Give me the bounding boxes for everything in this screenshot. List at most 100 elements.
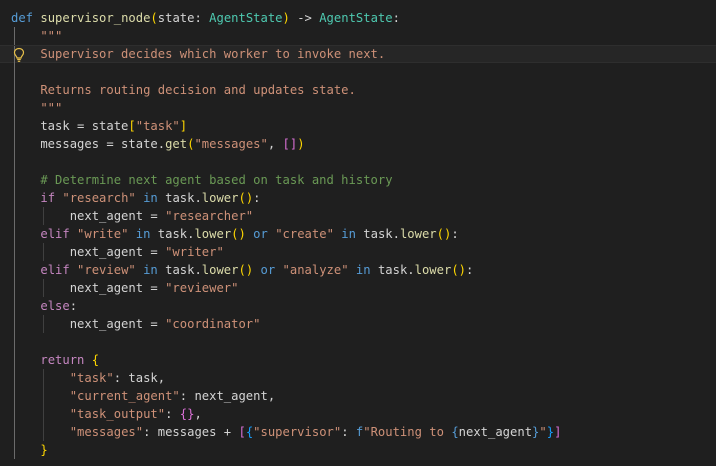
code-token: in <box>333 227 364 241</box>
code-token: {} <box>179 407 195 421</box>
code-text: """ <box>11 27 62 45</box>
code-line[interactable]: "task_output": {}, <box>0 405 716 423</box>
code-line[interactable]: if "research" in task.lower(): <box>0 189 716 207</box>
code-token: # Determine next agent based on task and… <box>11 173 393 187</box>
code-token: lower <box>194 227 232 241</box>
code-token: } <box>546 425 555 439</box>
code-line[interactable] <box>0 63 716 81</box>
code-token: messages = state. <box>11 137 166 151</box>
code-token: ] <box>554 425 562 439</box>
code-token: state <box>157 11 195 25</box>
code-line[interactable]: "current_agent": next_agent, <box>0 387 716 405</box>
code-text: elif "write" in task.lower() or "create"… <box>11 225 459 243</box>
code-text: elif "review" in task.lower() or "analyz… <box>11 261 473 279</box>
code-text: # Determine next agent based on task and… <box>11 171 393 189</box>
code-line[interactable]: messages = state.get("messages", []) <box>0 135 716 153</box>
code-text: "current_agent": next_agent, <box>11 387 275 405</box>
code-token: : <box>69 299 78 313</box>
code-token: () <box>231 227 246 241</box>
code-token: or <box>245 227 276 241</box>
code-token: task. <box>363 227 400 241</box>
code-line[interactable]: elif "review" in task.lower() or "analyz… <box>0 261 716 279</box>
code-token: "researcher" <box>165 209 254 223</box>
code-text: next_agent = "writer" <box>11 243 224 261</box>
code-token: -> <box>289 11 320 25</box>
code-line[interactable]: """ <box>0 99 716 117</box>
code-token: ] <box>179 119 188 133</box>
code-token: : task, <box>113 371 166 385</box>
code-line[interactable]: Returns routing decision and updates sta… <box>0 81 716 99</box>
code-line[interactable]: next_agent = "coordinator" <box>0 315 716 333</box>
code-token: "analyze" <box>282 263 349 277</box>
code-token: def <box>11 11 41 25</box>
code-line[interactable]: else: <box>0 297 716 315</box>
code-token: "write" <box>77 227 129 241</box>
code-token: "messages" <box>194 137 268 151</box>
code-line[interactable]: # Determine next agent based on task and… <box>0 171 716 189</box>
code-text: next_agent = "researcher" <box>11 207 253 225</box>
code-text: next_agent = "reviewer" <box>11 279 239 297</box>
code-text: return { <box>11 351 99 369</box>
code-token: } <box>40 443 48 457</box>
code-line[interactable]: elif "write" in task.lower() or "create"… <box>0 225 716 243</box>
code-token: if <box>40 191 63 205</box>
code-line[interactable]: """ <box>0 27 716 45</box>
code-token: task. <box>157 227 195 241</box>
code-line[interactable]: "task": task, <box>0 369 716 387</box>
code-token: ) <box>282 11 290 25</box>
code-token: : <box>253 191 261 205</box>
code-token: ) <box>297 137 305 151</box>
code-token: next_agent = <box>11 245 166 259</box>
code-token: () <box>238 191 254 205</box>
code-line[interactable] <box>0 333 716 351</box>
code-line[interactable]: next_agent = "writer" <box>0 243 716 261</box>
code-token: task. <box>377 263 415 277</box>
code-text: task = state["task"] <box>11 117 187 135</box>
code-token: : <box>392 11 400 25</box>
code-line[interactable]: task = state["task"] <box>0 117 716 135</box>
code-text: Returns routing decision and updates sta… <box>11 81 356 99</box>
code-token: elif <box>40 263 78 277</box>
code-token: { <box>451 425 459 439</box>
code-token: "current_agent" <box>69 389 180 403</box>
code-token: "reviewer" <box>165 281 239 295</box>
code-token: """ <box>11 101 63 115</box>
code-token: task. <box>165 191 202 205</box>
code-token: "review" <box>77 263 136 277</box>
lightbulb-icon[interactable] <box>12 47 26 63</box>
code-token: supervisor_node <box>40 11 151 25</box>
code-line[interactable]: next_agent = "reviewer" <box>0 279 716 297</box>
code-token: """ <box>11 29 63 43</box>
code-line[interactable]: Supervisor decides which worker to invok… <box>0 45 716 64</box>
code-token: next_agent = <box>11 209 166 223</box>
code-token: Returns routing decision and updates sta… <box>11 83 356 97</box>
code-token: [ <box>128 119 136 133</box>
code-line[interactable] <box>0 153 716 171</box>
code-token: : <box>451 227 459 241</box>
code-token: "Routing to <box>363 425 452 439</box>
code-token: "research" <box>62 191 136 205</box>
code-token: AgentState <box>209 11 283 25</box>
code-token: Supervisor decides which worker to invok… <box>11 47 386 61</box>
code-token: , <box>194 407 202 421</box>
code-line[interactable]: return { <box>0 351 716 369</box>
code-text: "messages": messages + [{"supervisor": f… <box>11 423 562 441</box>
code-text: def supervisor_node(state: AgentState) -… <box>11 9 400 27</box>
code-token: "writer" <box>165 245 224 259</box>
code-line[interactable]: "messages": messages + [{"supervisor": f… <box>0 423 716 441</box>
code-token: : <box>165 407 180 421</box>
code-line[interactable]: def supervisor_node(state: AgentState) -… <box>0 9 716 27</box>
code-token: "coordinator" <box>165 317 261 331</box>
code-line[interactable]: } <box>0 441 716 459</box>
code-line[interactable]: next_agent = "researcher" <box>0 207 716 225</box>
code-token: in <box>128 227 158 241</box>
code-editor[interactable]: def supervisor_node(state: AgentState) -… <box>0 0 716 466</box>
code-token: or <box>253 263 283 277</box>
code-token: ( <box>150 11 158 25</box>
indent-guide <box>14 63 15 81</box>
code-token: in <box>135 263 166 277</box>
code-token: " <box>539 425 547 439</box>
